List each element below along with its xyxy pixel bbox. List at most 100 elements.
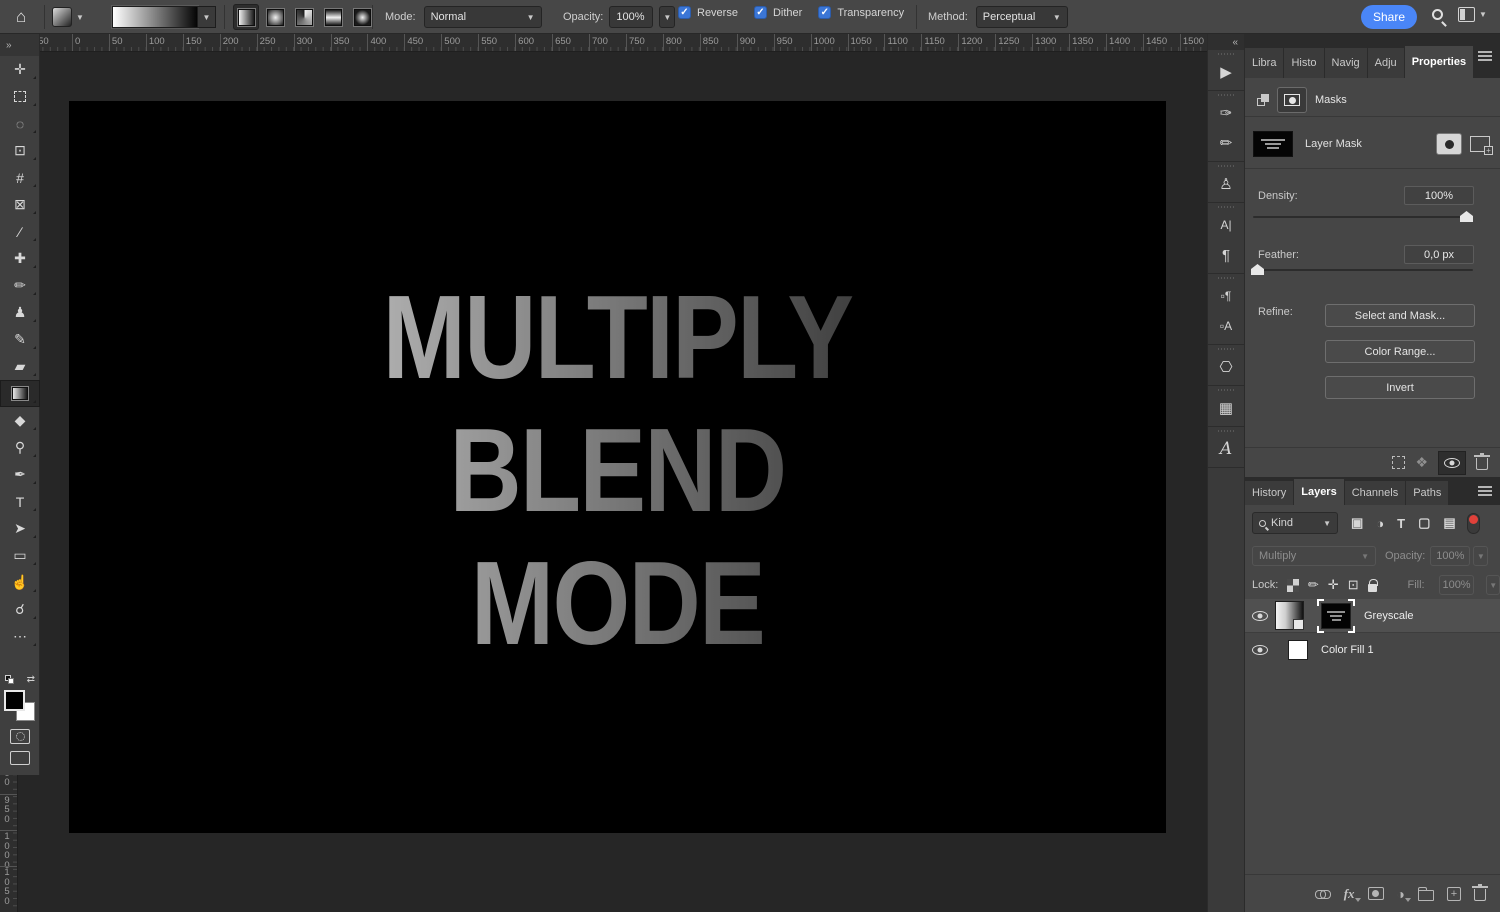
filter-type-layers-icon[interactable]: T (1397, 516, 1405, 531)
pattern-preview-panel-icon[interactable]: ▦ (1208, 393, 1244, 423)
document-canvas[interactable]: MULTIPLY BLEND MODE (69, 101, 1166, 833)
history-brush-tool[interactable]: ✎ (0, 326, 40, 353)
radial-gradient-style-button[interactable] (262, 4, 288, 30)
layer-name[interactable]: Greyscale (1364, 610, 1414, 622)
frame-tool[interactable]: ⊠ (0, 191, 40, 218)
layer-thumbnail[interactable] (1275, 601, 1304, 630)
layer-visibility-toggle[interactable] (1245, 611, 1275, 621)
panel-menu-icon[interactable] (1478, 49, 1492, 63)
home-icon[interactable]: ⌂ (16, 7, 26, 27)
more-tools[interactable]: ⋯ (0, 623, 40, 650)
panel-group-handle[interactable] (1208, 91, 1244, 98)
layer-thumbnail[interactable] (1288, 640, 1308, 660)
mask-visibility-well[interactable] (1438, 451, 1466, 475)
add-layer-mask-icon[interactable] (1368, 887, 1384, 900)
layer-mask-thumbnail[interactable] (1253, 131, 1293, 157)
tab-history[interactable]: History (1245, 481, 1293, 505)
paragraph-panel-icon[interactable]: ¶ (1208, 240, 1244, 270)
feather-slider-thumb[interactable] (1251, 264, 1264, 275)
layer-row-color-fill[interactable]: Color Fill 1 (1245, 634, 1500, 665)
3d-panel-icon[interactable]: ⎔ (1208, 352, 1244, 382)
tab-properties[interactable]: Properties (1405, 46, 1473, 78)
linear-gradient-style-button[interactable] (233, 4, 259, 30)
tab-paths[interactable]: Paths (1406, 481, 1448, 505)
gradient-tool[interactable] (0, 380, 40, 407)
foreground-color-swatch[interactable] (4, 690, 25, 711)
fill-dropdown[interactable]: ▼ (1486, 575, 1500, 595)
new-layer-icon[interactable]: + (1447, 887, 1461, 901)
crop-tool[interactable]: # (0, 164, 40, 191)
path-selection-tool[interactable]: ➤ (0, 515, 40, 542)
pen-tool[interactable]: ✒ (0, 461, 40, 488)
layers-opacity-input[interactable]: 100% (1430, 546, 1470, 566)
panel-group-handle[interactable] (1208, 162, 1244, 169)
reverse-checkbox[interactable]: ✓Reverse (678, 6, 738, 19)
add-vector-mask-icon[interactable]: + (1470, 136, 1490, 152)
fill-input[interactable]: 100% (1439, 575, 1475, 595)
invert-button[interactable]: Invert (1325, 376, 1475, 399)
lock-paint-icon[interactable]: ✏ (1308, 577, 1319, 593)
move-tool[interactable]: ✛ (0, 56, 40, 83)
filter-smart-objects-icon[interactable]: ▤ (1443, 515, 1455, 531)
rectangle-tool[interactable]: ▭ (0, 542, 40, 569)
delete-layer-icon[interactable] (1474, 889, 1486, 901)
character-panel-icon[interactable]: A| (1208, 210, 1244, 240)
transparency-checkbox[interactable]: ✓Transparency (818, 6, 904, 19)
angle-gradient-style-button[interactable] (291, 4, 317, 30)
select-and-mask-button[interactable]: Select and Mask... (1325, 304, 1475, 327)
gradient-preset-icon[interactable]: ▼ (52, 5, 98, 29)
link-layers-icon[interactable] (1315, 890, 1331, 898)
default-colors-icon[interactable] (5, 675, 14, 684)
actions-panel-icon[interactable]: ▶ (1208, 57, 1244, 87)
pixel-layer-properties-icon[interactable] (1257, 94, 1269, 106)
character-styles-panel-icon[interactable]: ▫A (1208, 311, 1244, 341)
delete-mask-icon[interactable] (1476, 458, 1488, 470)
lock-transparency-icon[interactable] (1287, 579, 1299, 592)
paragraph-styles-panel-icon[interactable]: ▫¶ (1208, 281, 1244, 311)
density-slider[interactable] (1253, 216, 1473, 218)
feather-input[interactable]: 0,0 px (1404, 245, 1474, 264)
share-button[interactable]: Share (1361, 5, 1417, 29)
filter-toggle[interactable] (1467, 513, 1480, 534)
workspace-icon[interactable]: ▼ (1458, 7, 1487, 22)
layer-mask-thumbnail[interactable] (1321, 603, 1351, 629)
tab-libraries[interactable]: Libra (1245, 48, 1283, 78)
lock-all-icon[interactable] (1368, 584, 1377, 592)
clone-stamp-tool[interactable]: ♟ (0, 299, 40, 326)
gradient-preview[interactable] (112, 6, 198, 28)
horizontal-ruler[interactable]: 5005010015020025030035040045050055060065… (18, 34, 1207, 52)
rectangular-marquee-tool[interactable] (0, 83, 40, 110)
brush-settings-panel-icon[interactable]: ✑ (1208, 98, 1244, 128)
load-selection-icon[interactable] (1392, 456, 1405, 469)
filter-pixel-layers-icon[interactable]: ▣ (1351, 515, 1363, 531)
panel-group-handle[interactable] (1208, 203, 1244, 210)
hand-tool[interactable]: ☝ (0, 569, 40, 596)
select-mask-button[interactable] (1436, 133, 1462, 155)
kind-filter-select[interactable]: Kind ▼ (1252, 512, 1338, 534)
blend-mode-select[interactable]: Multiply ▼ (1252, 546, 1376, 566)
glyphs-panel-icon[interactable]: A (1208, 434, 1244, 464)
blur-tool[interactable]: ◆ (0, 407, 40, 434)
eyedropper-tool[interactable]: ∕ (0, 218, 40, 245)
swap-colors-icon[interactable]: ⇄ (27, 674, 35, 685)
tools-panel-expand-icon[interactable]: » (0, 34, 39, 56)
eraser-tool[interactable]: ▰ (0, 353, 40, 380)
filter-adjustment-layers-icon[interactable]: ◑ (1376, 516, 1384, 531)
layer-effects-icon[interactable]: fx (1344, 886, 1355, 902)
layer-name[interactable]: Color Fill 1 (1321, 644, 1374, 656)
reflected-gradient-style-button[interactable] (320, 4, 346, 30)
screen-mode-button[interactable] (10, 751, 30, 765)
tab-navigator[interactable]: Navig (1325, 48, 1367, 78)
density-input[interactable]: 100% (1404, 186, 1474, 205)
panel-group-handle[interactable] (1208, 386, 1244, 393)
method-select[interactable]: Perceptual▼ (976, 6, 1068, 28)
clone-source-panel-icon[interactable]: ♙ (1208, 169, 1244, 199)
brushes-panel-icon[interactable]: ✏ (1208, 128, 1244, 158)
color-range-button[interactable]: Color Range... (1325, 340, 1475, 363)
lock-position-icon[interactable]: ✛ (1328, 577, 1339, 593)
tab-adjustments[interactable]: Adju (1368, 48, 1404, 78)
quick-mask-button[interactable] (10, 729, 30, 744)
opacity-dropdown-button[interactable]: ▼ (659, 6, 675, 28)
feather-slider[interactable] (1253, 269, 1473, 271)
mask-properties-icon[interactable] (1277, 87, 1307, 113)
